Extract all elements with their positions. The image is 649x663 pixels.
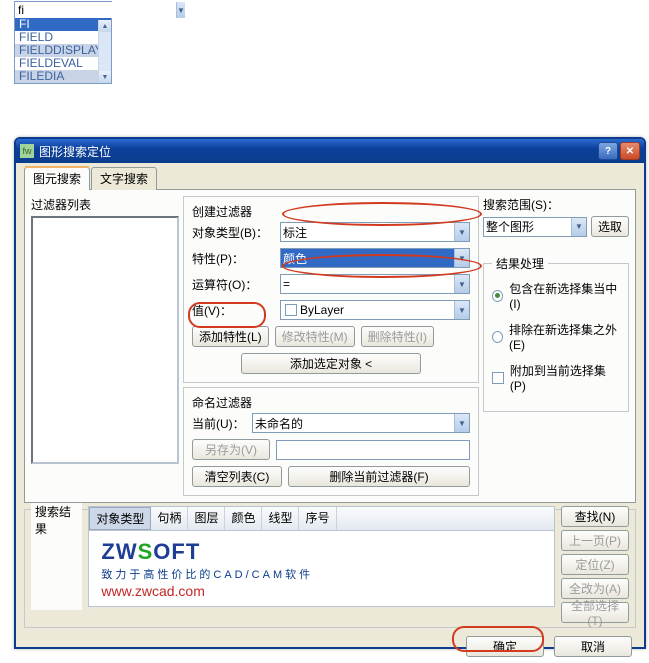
find-button[interactable]: 查找(N) <box>561 506 629 527</box>
results-legend: 搜索结果 <box>31 503 82 610</box>
pick-button[interactable]: 选取 <box>591 216 629 237</box>
tab-text-search[interactable]: 文字搜索 <box>91 167 157 190</box>
search-range-value: 整个图形 <box>486 218 534 235</box>
prev-page-button[interactable]: 上一页(P) <box>561 530 629 551</box>
locate-button[interactable]: 定位(Z) <box>561 554 629 575</box>
delete-current-filter-button[interactable]: 删除当前过滤器(F) <box>288 466 470 487</box>
checkbox-icon <box>492 372 504 384</box>
filter-listbox[interactable] <box>31 216 179 464</box>
value-checkbox[interactable] <box>285 304 297 316</box>
create-filter-heading: 创建过滤器 <box>192 203 252 220</box>
scrollbar[interactable]: ▲ ▼ <box>98 20 111 83</box>
col-linetype[interactable]: 线型 <box>262 507 299 530</box>
object-type-value: 标注 <box>283 224 307 241</box>
add-property-button[interactable]: 添加特性(L) <box>192 326 269 347</box>
delete-property-button[interactable]: 删除特性(I) <box>361 326 434 347</box>
save-as-input[interactable] <box>276 440 470 460</box>
operator-value: = <box>283 277 290 291</box>
col-color[interactable]: 颜色 <box>225 507 262 530</box>
close-button[interactable]: ✕ <box>620 142 640 160</box>
autocomplete-item[interactable]: FILEDIA <box>15 70 111 83</box>
tab-element-search[interactable]: 图元搜索 <box>24 167 90 190</box>
ok-button[interactable]: 确定 <box>466 636 544 657</box>
edit-property-button[interactable]: 修改特性(M) <box>275 326 355 347</box>
clear-list-button[interactable]: 清空列表(C) <box>192 466 282 487</box>
tab-panel: 过滤器列表 创建过滤器 对象类型(B)： 标注 ▼ <box>24 189 636 503</box>
operator-label: 运算符(O)： <box>192 276 280 293</box>
chevron-down-icon: ▼ <box>454 275 469 293</box>
col-layer[interactable]: 图层 <box>188 507 225 530</box>
chevron-down-icon: ▼ <box>571 218 586 236</box>
create-filter-group: 创建过滤器 对象类型(B)： 标注 ▼ 特性(P)： 颜色 ▼ <box>183 196 479 383</box>
replace-all-button[interactable]: 全改为(A) <box>561 578 629 599</box>
property-select[interactable]: 颜色 ▼ <box>280 248 470 268</box>
chevron-down-icon[interactable]: ▼ <box>176 2 185 18</box>
named-filter-heading: 命名过滤器 <box>192 394 252 411</box>
col-object-type[interactable]: 对象类型 <box>89 507 151 530</box>
current-filter-label: 当前(U)： <box>192 415 252 432</box>
property-value: 颜色 <box>283 250 307 267</box>
dialog-title: 图形搜索定位 <box>39 143 598 160</box>
include-radio-row[interactable]: 包含在新选择集当中(I) <box>492 280 620 311</box>
named-filter-group: 命名过滤器 当前(U)： 未命名的 ▼ 另存为(V) 清空列表 <box>183 387 479 496</box>
results-body: ZWSOFT 致力于高性价比的CAD/CAM软件 www.zwcad.com <box>88 531 555 607</box>
command-autocomplete[interactable]: ▼ FI FIELD FIELDDISPLAY FIELDEVAL FILEDI… <box>14 1 112 84</box>
append-check-row[interactable]: 附加到当前选择集(P) <box>492 362 620 393</box>
chevron-down-icon: ▼ <box>454 414 469 432</box>
chevron-down-icon: ▼ <box>454 301 469 319</box>
value-select[interactable]: ByLayer ▼ <box>280 300 470 320</box>
results-group: 搜索结果 对象类型 句柄 图层 颜色 线型 序号 ZWSOFT 致力于高性价比的… <box>24 509 636 628</box>
command-input[interactable] <box>15 2 176 18</box>
cancel-button[interactable]: 取消 <box>554 636 632 657</box>
object-type-select[interactable]: 标注 ▼ <box>280 222 470 242</box>
exclude-label: 排除在新选择集之外(E) <box>509 321 620 352</box>
append-label: 附加到当前选择集(P) <box>510 362 620 393</box>
select-all-button[interactable]: 全部选择(T) <box>561 602 629 623</box>
value-label: 值(V)： <box>192 302 280 319</box>
result-handling-group: 结果处理 包含在新选择集当中(I) 排除在新选择集之外(E) 附加到当前选择集(… <box>483 255 629 412</box>
exclude-radio-row[interactable]: 排除在新选择集之外(E) <box>492 321 620 352</box>
chevron-down-icon: ▼ <box>454 223 469 241</box>
logo: ZWSOFT <box>101 539 542 565</box>
search-dialog: fw 图形搜索定位 ? ✕ 图元搜索 文字搜索 过滤器列表 创建过滤器 <box>14 137 646 649</box>
radio-icon <box>492 331 503 343</box>
search-range-select[interactable]: 整个图形 ▼ <box>483 217 587 237</box>
result-handling-legend: 结果处理 <box>492 255 548 272</box>
current-filter-select[interactable]: 未命名的 ▼ <box>252 413 470 433</box>
operator-select[interactable]: = ▼ <box>280 274 470 294</box>
value-text: ByLayer <box>300 303 344 317</box>
chevron-down-icon[interactable]: ▼ <box>99 71 111 83</box>
add-selected-objects-button[interactable]: 添加选定对象 < <box>241 353 421 374</box>
url: www.zwcad.com <box>101 583 542 599</box>
help-button[interactable]: ? <box>598 142 618 160</box>
col-handle[interactable]: 句柄 <box>151 507 188 530</box>
chevron-down-icon: ▼ <box>454 249 469 267</box>
autocomplete-list: FI FIELD FIELDDISPLAY FIELDEVAL FILEDIA <box>15 18 111 83</box>
property-label: 特性(P)： <box>192 250 280 267</box>
tagline: 致力于高性价比的CAD/CAM软件 <box>101 566 542 582</box>
include-label: 包含在新选择集当中(I) <box>509 280 620 311</box>
chevron-up-icon[interactable]: ▲ <box>99 20 111 32</box>
object-type-label: 对象类型(B)： <box>192 224 280 241</box>
filter-list-label: 过滤器列表 <box>31 196 179 213</box>
app-icon: fw <box>20 144 34 158</box>
current-filter-value: 未命名的 <box>255 415 303 432</box>
titlebar[interactable]: fw 图形搜索定位 ? ✕ <box>16 139 644 163</box>
col-index[interactable]: 序号 <box>299 507 336 530</box>
save-as-button[interactable]: 另存为(V) <box>192 439 270 460</box>
tabs: 图元搜索 文字搜索 <box>24 167 636 190</box>
radio-icon <box>492 290 503 302</box>
search-range-label: 搜索范围(S)： <box>483 196 629 213</box>
results-header: 对象类型 句柄 图层 颜色 线型 序号 <box>88 506 555 531</box>
